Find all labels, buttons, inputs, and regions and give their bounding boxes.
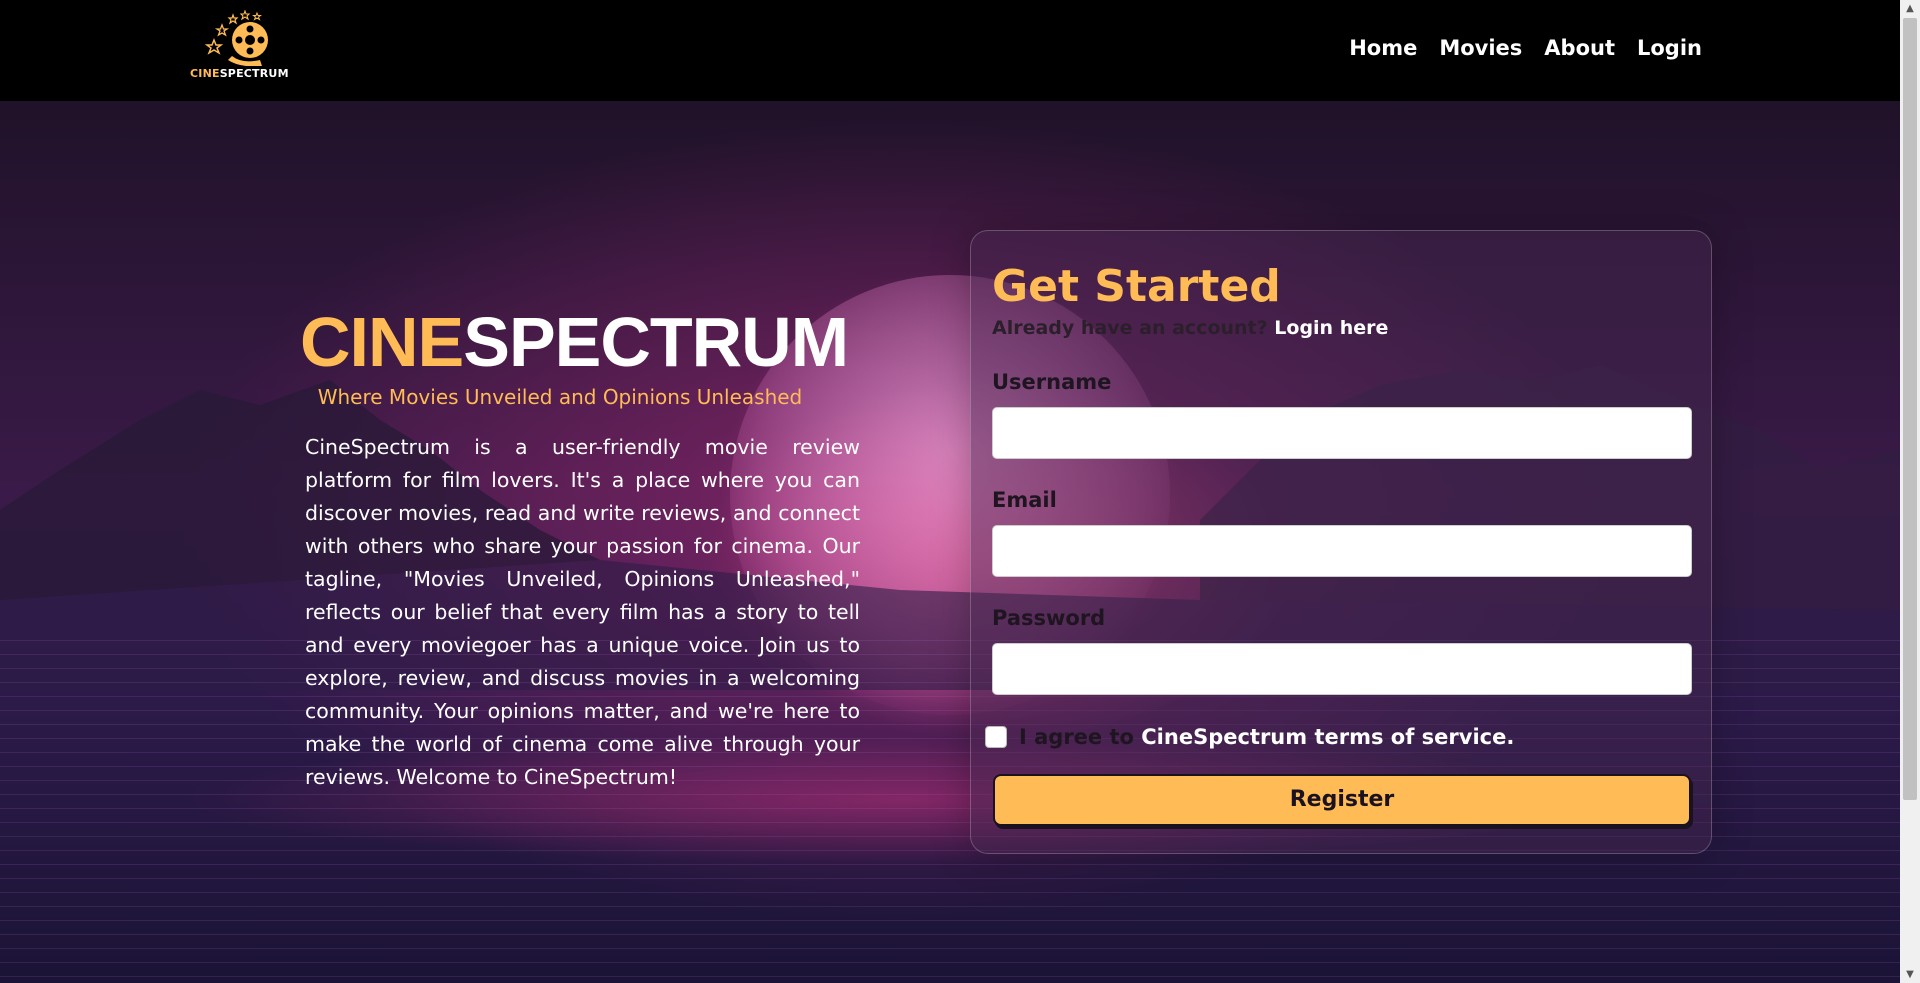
username-label: Username <box>992 370 1112 394</box>
logo-text-spectrum: SPECTRUM <box>219 67 289 80</box>
triangle-down-icon[interactable]: ▼ <box>1900 966 1920 983</box>
terms-prefix: I agree to <box>1019 725 1134 749</box>
hero-description: CineSpectrum is a user-friendly movie re… <box>305 435 860 789</box>
logo-text-cine: CINE <box>190 67 220 80</box>
nav-link-movies[interactable]: Movies <box>1439 36 1522 60</box>
password-input[interactable] <box>992 643 1692 695</box>
terms-of-service-link[interactable]: CineSpectrum terms of service. <box>1141 725 1514 749</box>
film-reel-stars-icon <box>204 10 268 66</box>
nav-links: Home Movies About Login <box>1349 36 1702 60</box>
terms-row: I agree to CineSpectrum terms of service… <box>985 725 1514 749</box>
logo-text: CINESPECTRUM <box>190 67 289 80</box>
hero-title-cine: CINE <box>300 303 464 381</box>
register-card: Get Started Already have an account? Log… <box>970 230 1712 854</box>
nav-link-login[interactable]: Login <box>1637 36 1702 60</box>
triangle-up-icon[interactable]: ▲ <box>1900 0 1920 17</box>
login-here-link[interactable]: Login here <box>1274 317 1388 339</box>
hero-title: CINESPECTRUM <box>300 303 849 381</box>
register-button[interactable]: Register <box>993 774 1691 826</box>
hero-title-spectrum: SPECTRUM <box>463 303 849 381</box>
nav-link-home[interactable]: Home <box>1349 36 1417 60</box>
navbar: CINESPECTRUM Home Movies About Login <box>0 0 1900 101</box>
hero-section: CINESPECTRUM Where Movies Unveiled and O… <box>300 305 862 794</box>
login-prompt-text: Already have an account? <box>992 317 1268 339</box>
register-title: Get Started <box>992 261 1281 312</box>
login-prompt: Already have an account? Login here <box>992 317 1388 339</box>
scrollbar[interactable]: ▲ ▼ <box>1900 0 1920 983</box>
terms-text: I agree to CineSpectrum terms of service… <box>1019 725 1514 749</box>
password-label: Password <box>992 606 1106 630</box>
scrollbar-thumb[interactable] <box>1903 18 1917 800</box>
hero-tagline: Where Movies Unveiled and Opinions Unlea… <box>317 385 803 409</box>
username-input[interactable] <box>992 407 1692 459</box>
email-label: Email <box>992 488 1057 512</box>
terms-checkbox[interactable] <box>985 726 1007 748</box>
email-input[interactable] <box>992 525 1692 577</box>
nav-link-about[interactable]: About <box>1544 36 1615 60</box>
site-logo[interactable]: CINESPECTRUM <box>190 10 289 82</box>
